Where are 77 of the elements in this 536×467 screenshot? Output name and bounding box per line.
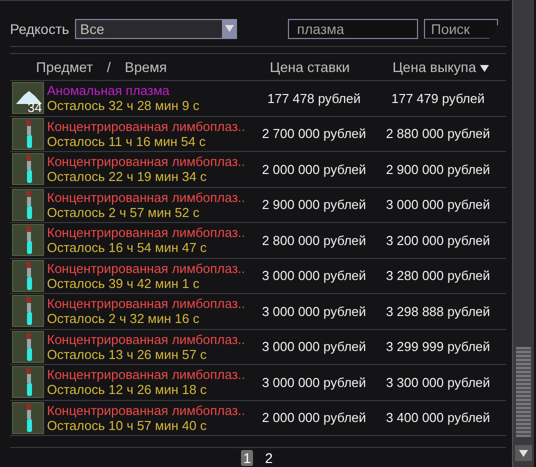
buyout-price: 3 200 000 рублей bbox=[384, 232, 492, 248]
bid-price: 3 000 000 рублей bbox=[260, 374, 368, 390]
time-left: Осталось 22 ч 19 мин 34 с bbox=[47, 169, 208, 184]
bid-price: 2 000 000 рублей bbox=[260, 410, 368, 426]
scroll-thumb[interactable] bbox=[516, 347, 531, 437]
item-slot[interactable] bbox=[12, 295, 44, 328]
vial-icon bbox=[24, 225, 34, 256]
item-slot[interactable] bbox=[12, 188, 44, 221]
item-name: Концентрированная лимбоплаз.. bbox=[47, 296, 246, 312]
column-header[interactable]: Предмет bbox=[36, 59, 93, 75]
item-name: Концентрированная лимбоплаз.. bbox=[47, 154, 246, 170]
down-caret-icon bbox=[519, 450, 528, 456]
vial-icon bbox=[24, 154, 34, 184]
item-slot[interactable] bbox=[12, 330, 44, 363]
buyout-price: 3 298 888 рублей bbox=[384, 304, 492, 319]
item-name: Концентрированная лимбоплаз.. bbox=[47, 332, 246, 347]
vial-icon bbox=[24, 296, 34, 326]
scrollbar[interactable] bbox=[512, 0, 534, 467]
vial-icon bbox=[24, 260, 34, 291]
time-left: Осталось 32 ч 28 мин 9 с bbox=[47, 98, 200, 114]
search-button[interactable]: Поиск bbox=[424, 18, 498, 38]
dropdown-caret-icon bbox=[224, 25, 234, 32]
bid-price: 3 000 000 рублей bbox=[260, 268, 368, 284]
item-name: Аномальная плазма bbox=[47, 83, 171, 98]
bid-price: 2 000 000 рублей bbox=[260, 162, 368, 177]
time-left: Осталось 16 ч 54 мин 47 с bbox=[47, 240, 208, 256]
vial-icon bbox=[24, 332, 34, 362]
item-name: Концентрированная лимбоплаз.. bbox=[47, 260, 246, 276]
rarity-label: Редкость bbox=[10, 20, 70, 36]
vial-icon bbox=[24, 118, 34, 149]
item-slot[interactable] bbox=[12, 402, 44, 434]
buyout-price: 3 000 000 рублей bbox=[384, 197, 492, 212]
item-slot[interactable] bbox=[12, 366, 44, 398]
time-left: Осталось 12 ч 26 мин 18 с bbox=[47, 382, 208, 398]
time-left: Осталось 11 ч 16 мин 54 с bbox=[47, 134, 207, 149]
item-slot[interactable] bbox=[12, 224, 44, 256]
buyout-price: 3 300 000 рублей bbox=[384, 374, 492, 390]
buyout-price: 177 479 рублей bbox=[390, 90, 486, 106]
time-left: Осталось 13 ч 26 мин 57 с bbox=[47, 346, 208, 362]
page-link[interactable]: 2 bbox=[263, 450, 275, 466]
buyout-price: 3 299 999 рублей bbox=[384, 339, 492, 354]
time-left: Осталось 39 ч 42 мин 1 с bbox=[47, 276, 200, 291]
bid-price: 3 000 000 рублей bbox=[260, 339, 368, 354]
bid-price: 2 700 000 рублей bbox=[260, 126, 368, 142]
item-slot[interactable] bbox=[12, 260, 44, 292]
item-name: Концентрированная лимбоплаз.. bbox=[47, 225, 246, 240]
time-left: Осталось 10 ч 57 мин 40 с bbox=[47, 418, 208, 433]
item-count: 34 bbox=[28, 100, 42, 116]
bid-price: 177 478 рублей bbox=[266, 90, 362, 106]
item-name: Концентрированная лимбоплаз.. bbox=[47, 190, 246, 205]
page-link[interactable]: 1 bbox=[241, 450, 253, 466]
vial-icon bbox=[24, 402, 34, 433]
rarity-dropdown[interactable]: Все bbox=[75, 18, 238, 38]
item-name: Концентрированная лимбоплаз.. bbox=[47, 118, 246, 134]
item-slot[interactable] bbox=[12, 153, 44, 186]
item-slot[interactable]: 34 bbox=[12, 82, 44, 114]
column-header[interactable]: / bbox=[106, 59, 111, 75]
item-slot[interactable] bbox=[12, 118, 44, 150]
sort-caret-icon bbox=[480, 65, 490, 72]
time-left: Осталось 2 ч 32 мин 16 с bbox=[47, 311, 200, 326]
column-header[interactable]: Цена выкупа bbox=[384, 59, 497, 75]
column-header[interactable]: Время bbox=[124, 59, 235, 75]
time-left: Осталось 2 ч 57 мин 52 с bbox=[47, 204, 200, 220]
buyout-price: 3 400 000 рублей bbox=[384, 410, 492, 426]
vial-icon bbox=[24, 190, 34, 220]
vial-icon bbox=[24, 367, 34, 398]
search-field[interactable]: плазма bbox=[288, 18, 418, 38]
buyout-price: 3 280 000 рублей bbox=[384, 268, 492, 284]
bid-price: 2 900 000 рублей bbox=[260, 197, 368, 212]
item-name: Концентрированная лимбоплаз.. bbox=[47, 367, 246, 382]
scroll-down-button[interactable] bbox=[515, 445, 532, 461]
item-name: Концентрированная лимбоплаз.. bbox=[47, 402, 246, 418]
bid-price: 2 800 000 рублей bbox=[260, 232, 368, 248]
column-header[interactable]: Цена ставки bbox=[234, 59, 385, 75]
buyout-price: 2 880 000 рублей bbox=[384, 126, 492, 142]
buyout-price: 2 900 000 рублей bbox=[384, 162, 492, 177]
bid-price: 3 000 000 рублей bbox=[260, 304, 368, 319]
